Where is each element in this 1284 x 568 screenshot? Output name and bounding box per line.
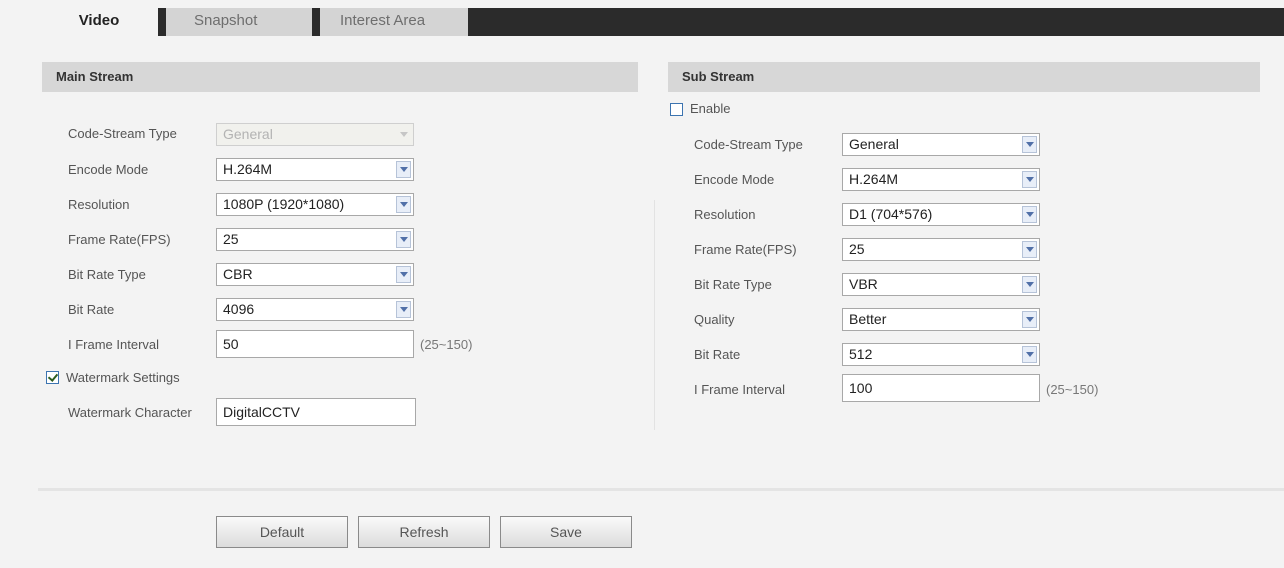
sub-encode-mode-select[interactable]: H.264M <box>842 168 1040 191</box>
main-frame-rate-label: Frame Rate(FPS) <box>68 232 171 247</box>
sub-frame-rate-value: 25 <box>849 241 865 257</box>
watermark-settings-checkbox[interactable] <box>46 371 59 384</box>
sub-frame-rate-select[interactable]: 25 <box>842 238 1040 261</box>
sub-iframe-input[interactable]: 100 <box>842 374 1040 402</box>
chevron-down-icon[interactable] <box>396 301 411 318</box>
watermark-character-input[interactable]: DigitalCCTV <box>216 398 416 426</box>
main-encode-mode-select[interactable]: H.264M <box>216 158 414 181</box>
chevron-down-icon[interactable] <box>1022 346 1037 363</box>
tab-separator <box>312 8 320 36</box>
main-bit-rate-type-label: Bit Rate Type <box>68 267 146 282</box>
tab-snapshot-label: Snapshot <box>194 12 258 29</box>
sub-code-stream-type-select[interactable]: General <box>842 133 1040 156</box>
main-frame-rate-value: 25 <box>223 231 239 247</box>
tab-video-label: Video <box>78 12 120 29</box>
chevron-down-icon[interactable] <box>396 266 411 283</box>
sub-bit-rate-type-value: VBR <box>849 276 878 292</box>
sub-iframe-range: (25~150) <box>1046 382 1099 397</box>
tab-interest-area-label: Interest Area <box>340 12 426 29</box>
main-iframe-input[interactable]: 50 <box>216 330 414 358</box>
bottom-divider <box>38 488 1284 491</box>
sub-code-stream-type-value: General <box>849 136 899 152</box>
sub-encode-mode-value: H.264M <box>849 171 899 187</box>
main-encode-mode-value: H.264M <box>223 161 273 177</box>
main-frame-rate-select[interactable]: 25 <box>216 228 414 251</box>
sub-bit-rate-label: Bit Rate <box>694 347 741 362</box>
main-code-stream-type-value: General <box>223 126 273 142</box>
sub-stream-title: Sub Stream <box>682 69 755 84</box>
chevron-down-icon[interactable] <box>1022 241 1037 258</box>
main-stream-header: Main Stream <box>42 62 638 92</box>
chevron-down-icon[interactable] <box>1022 311 1037 328</box>
sub-encode-mode-label: Encode Mode <box>694 172 775 187</box>
sub-stream-header: Sub Stream <box>668 62 1260 92</box>
sub-enable-checkbox[interactable] <box>670 103 683 116</box>
watermark-settings-label: Watermark Settings <box>66 370 180 385</box>
sub-resolution-label: Resolution <box>694 207 756 222</box>
chevron-down-icon <box>396 126 411 143</box>
main-code-stream-type-select: General <box>216 123 414 146</box>
chevron-down-icon[interactable] <box>1022 276 1037 293</box>
sub-bit-rate-select[interactable]: 512 <box>842 343 1040 366</box>
sub-bit-rate-type-label: Bit Rate Type <box>694 277 772 292</box>
main-iframe-range: (25~150) <box>420 337 473 352</box>
save-button[interactable]: Save <box>500 516 632 548</box>
default-button[interactable]: Default <box>216 516 348 548</box>
refresh-button[interactable]: Refresh <box>358 516 490 548</box>
main-encode-mode-label: Encode Mode <box>68 162 149 177</box>
sub-bit-rate-value: 512 <box>849 346 873 362</box>
main-bit-rate-value: 4096 <box>223 301 255 317</box>
chevron-down-icon[interactable] <box>396 161 411 178</box>
main-bit-rate-type-select[interactable]: CBR <box>216 263 414 286</box>
main-bit-rate-select[interactable]: 4096 <box>216 298 414 321</box>
main-bit-rate-label: Bit Rate <box>68 302 115 317</box>
sub-resolution-select[interactable]: D1 (704*576) <box>842 203 1040 226</box>
sub-quality-label: Quality <box>694 312 735 327</box>
chevron-down-icon[interactable] <box>1022 206 1037 223</box>
main-stream-title: Main Stream <box>56 69 134 84</box>
tab-interest-area[interactable]: Interest Area <box>320 8 468 36</box>
main-resolution-select[interactable]: 1080P (1920*1080) <box>216 193 414 216</box>
column-divider <box>654 200 655 430</box>
tab-snapshot[interactable]: Snapshot <box>166 8 312 36</box>
main-bit-rate-type-value: CBR <box>223 266 253 282</box>
tab-video[interactable]: Video <box>40 8 158 36</box>
sub-resolution-value: D1 (704*576) <box>849 206 933 222</box>
main-resolution-label: Resolution <box>68 197 130 212</box>
sub-iframe-label: I Frame Interval <box>694 382 786 397</box>
sub-bit-rate-type-select[interactable]: VBR <box>842 273 1040 296</box>
watermark-character-label: Watermark Character <box>68 405 192 420</box>
chevron-down-icon[interactable] <box>1022 136 1037 153</box>
chevron-down-icon[interactable] <box>396 231 411 248</box>
tab-separator <box>158 8 166 36</box>
main-code-stream-type-label: Code-Stream Type <box>68 126 177 141</box>
sub-enable-label: Enable <box>690 101 731 116</box>
main-iframe-label: I Frame Interval <box>68 337 160 352</box>
tab-strip-background <box>468 8 1284 36</box>
main-resolution-value: 1080P (1920*1080) <box>223 196 345 212</box>
sub-code-stream-type-label: Code-Stream Type <box>694 137 803 152</box>
sub-frame-rate-label: Frame Rate(FPS) <box>694 242 797 257</box>
chevron-down-icon[interactable] <box>396 196 411 213</box>
sub-quality-value: Better <box>849 311 887 327</box>
sub-quality-select[interactable]: Better <box>842 308 1040 331</box>
chevron-down-icon[interactable] <box>1022 171 1037 188</box>
